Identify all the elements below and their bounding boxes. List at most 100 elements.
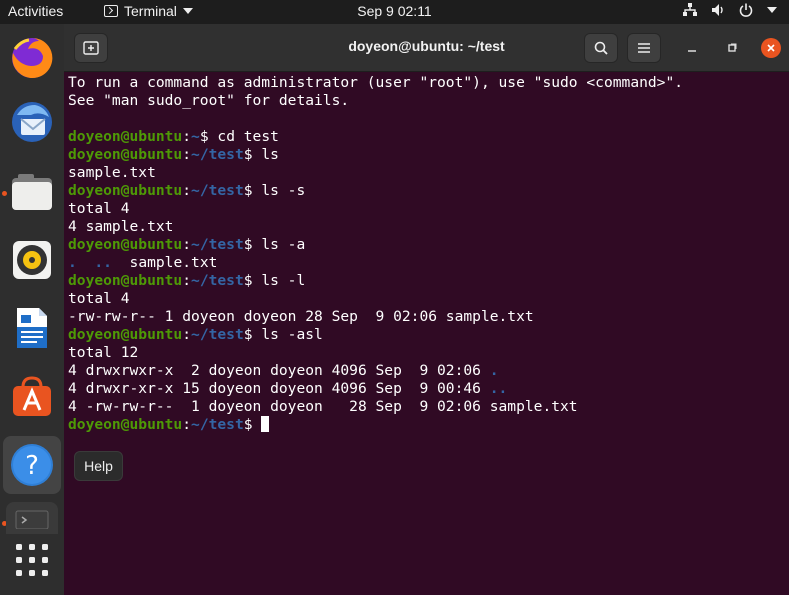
ubuntu-software-icon[interactable] (6, 370, 58, 422)
new-tab-icon (83, 41, 99, 55)
directory-entry: . (68, 254, 77, 271)
output-line: See "man sudo_root" for details. (68, 92, 350, 109)
search-button[interactable] (584, 33, 618, 63)
output-line: total 12 (68, 344, 139, 361)
app-menu-label: Terminal (124, 3, 177, 19)
prompt-separator: : (182, 146, 192, 163)
command-text: ls -l (261, 272, 306, 289)
prompt-path: ~/test (191, 272, 244, 289)
search-icon (594, 41, 608, 55)
prompt-user-host: doyeon@ubuntu (68, 326, 183, 343)
prompt-line: doyeon@ubuntu:~/test$ ls -l (68, 272, 789, 290)
prompt-line: doyeon@ubuntu:~/test$ ls -s (68, 182, 789, 200)
app-menu[interactable]: Terminal (104, 3, 193, 19)
listing-text: 4 drwxrwxr-x 2 doyeon doyeon 4096 Sep 9 … (68, 362, 490, 379)
prompt-separator: : (182, 272, 192, 289)
files-icon[interactable] (6, 167, 58, 219)
prompt-user-host: doyeon@ubuntu (68, 416, 183, 433)
command-text: cd test (217, 128, 279, 145)
prompt-symbol: $ (243, 146, 262, 163)
output-line: . .. sample.txt (68, 254, 789, 272)
help-tooltip: Help (74, 451, 123, 481)
output-line: total 4 (68, 290, 130, 307)
output-line: 4 drwxrwxr-x 2 doyeon doyeon 4096 Sep 9 … (68, 362, 789, 380)
prompt-path: ~ (191, 128, 200, 145)
terminal-icon (104, 5, 118, 17)
firefox-icon[interactable] (6, 32, 58, 84)
terminal-output[interactable]: To run a command as administrator (user … (68, 74, 789, 595)
maximize-button[interactable] (722, 38, 742, 58)
menu-button[interactable] (627, 33, 661, 63)
prompt-line: doyeon@ubuntu:~/test$ ls (68, 146, 789, 164)
chevron-down-icon (767, 7, 777, 13)
file-entry: sample.txt (129, 254, 218, 271)
prompt-user-host: doyeon@ubuntu (68, 236, 183, 253)
prompt-user-host: doyeon@ubuntu (68, 272, 183, 289)
prompt-symbol: $ (243, 326, 262, 343)
prompt-symbol: $ (243, 236, 262, 253)
rhythmbox-icon[interactable] (6, 234, 58, 286)
activities-button[interactable]: Activities (8, 3, 63, 19)
system-tray[interactable] (683, 3, 777, 17)
listing-text: 4 drwxr-xr-x 15 doyeon doyeon 4096 Sep 9… (68, 380, 490, 397)
command-text: ls (261, 146, 279, 163)
power-icon (739, 3, 753, 17)
libreoffice-writer-icon[interactable] (6, 302, 58, 354)
network-icon (683, 3, 697, 16)
prompt-symbol: $ (199, 128, 218, 145)
prompt-path: ~/test (191, 182, 244, 199)
prompt-user-host: doyeon@ubuntu (68, 146, 183, 163)
prompt-user-host: doyeon@ubuntu (68, 128, 183, 145)
prompt-separator: : (182, 182, 192, 199)
output-line: 4 sample.txt (68, 218, 174, 235)
command-text: ls -a (261, 236, 306, 253)
prompt-separator: : (182, 128, 192, 145)
directory-entry: . (489, 362, 499, 379)
command-text: ls -asl (261, 326, 323, 343)
prompt-path: ~/test (191, 416, 244, 433)
show-apps-icon[interactable] (6, 534, 58, 586)
prompt-line: doyeon@ubuntu:~/test$ ls -asl (68, 326, 789, 344)
prompt-symbol: $ (243, 416, 262, 433)
command-text: ls -s (261, 182, 306, 199)
window-title: doyeon@ubuntu: ~/test (348, 38, 505, 54)
minimize-button[interactable] (682, 38, 702, 58)
prompt-path: ~/test (191, 326, 244, 343)
prompt-separator: : (182, 326, 192, 343)
hamburger-menu-icon (638, 43, 650, 53)
prompt-symbol: $ (243, 272, 262, 289)
chevron-down-icon (182, 8, 193, 14)
prompt-separator: : (182, 236, 192, 253)
maximize-icon (728, 43, 737, 52)
dock: ? (0, 24, 64, 595)
new-tab-button[interactable] (74, 33, 108, 63)
prompt-path: ~/test (191, 146, 244, 163)
close-icon (767, 44, 775, 52)
prompt-user-host: doyeon@ubuntu (68, 182, 183, 199)
prompt-line: doyeon@ubuntu:~$ cd test (68, 128, 789, 146)
prompt-separator: : (182, 416, 192, 433)
output-line: sample.txt (68, 164, 156, 181)
prompt-line: doyeon@ubuntu:~/test$ ls -a (68, 236, 789, 254)
terminal-window: doyeon@ubuntu: ~/test To run a command a… (64, 24, 789, 595)
text-cursor (261, 416, 270, 432)
output-line: total 4 (68, 200, 130, 217)
svg-text:?: ? (25, 451, 39, 481)
directory-entry: .. (489, 380, 508, 397)
output-line: To run a command as administrator (user … (68, 74, 684, 91)
prompt-symbol: $ (243, 182, 262, 199)
top-bar: Activities Terminal Sep 9 02:11 (0, 0, 789, 24)
header-bar[interactable]: doyeon@ubuntu: ~/test (64, 24, 789, 72)
close-button[interactable] (761, 38, 781, 58)
minimize-icon (688, 50, 696, 52)
terminal-icon[interactable] (6, 502, 58, 534)
output-line: -rw-rw-r-- 1 doyeon doyeon 28 Sep 9 02:0… (68, 308, 534, 325)
directory-entry: .. (94, 254, 112, 271)
prompt-line: doyeon@ubuntu:~/test$ (68, 416, 789, 434)
prompt-path: ~/test (191, 236, 244, 253)
help-icon[interactable]: ? (3, 436, 61, 494)
thunderbird-icon[interactable] (6, 96, 58, 148)
